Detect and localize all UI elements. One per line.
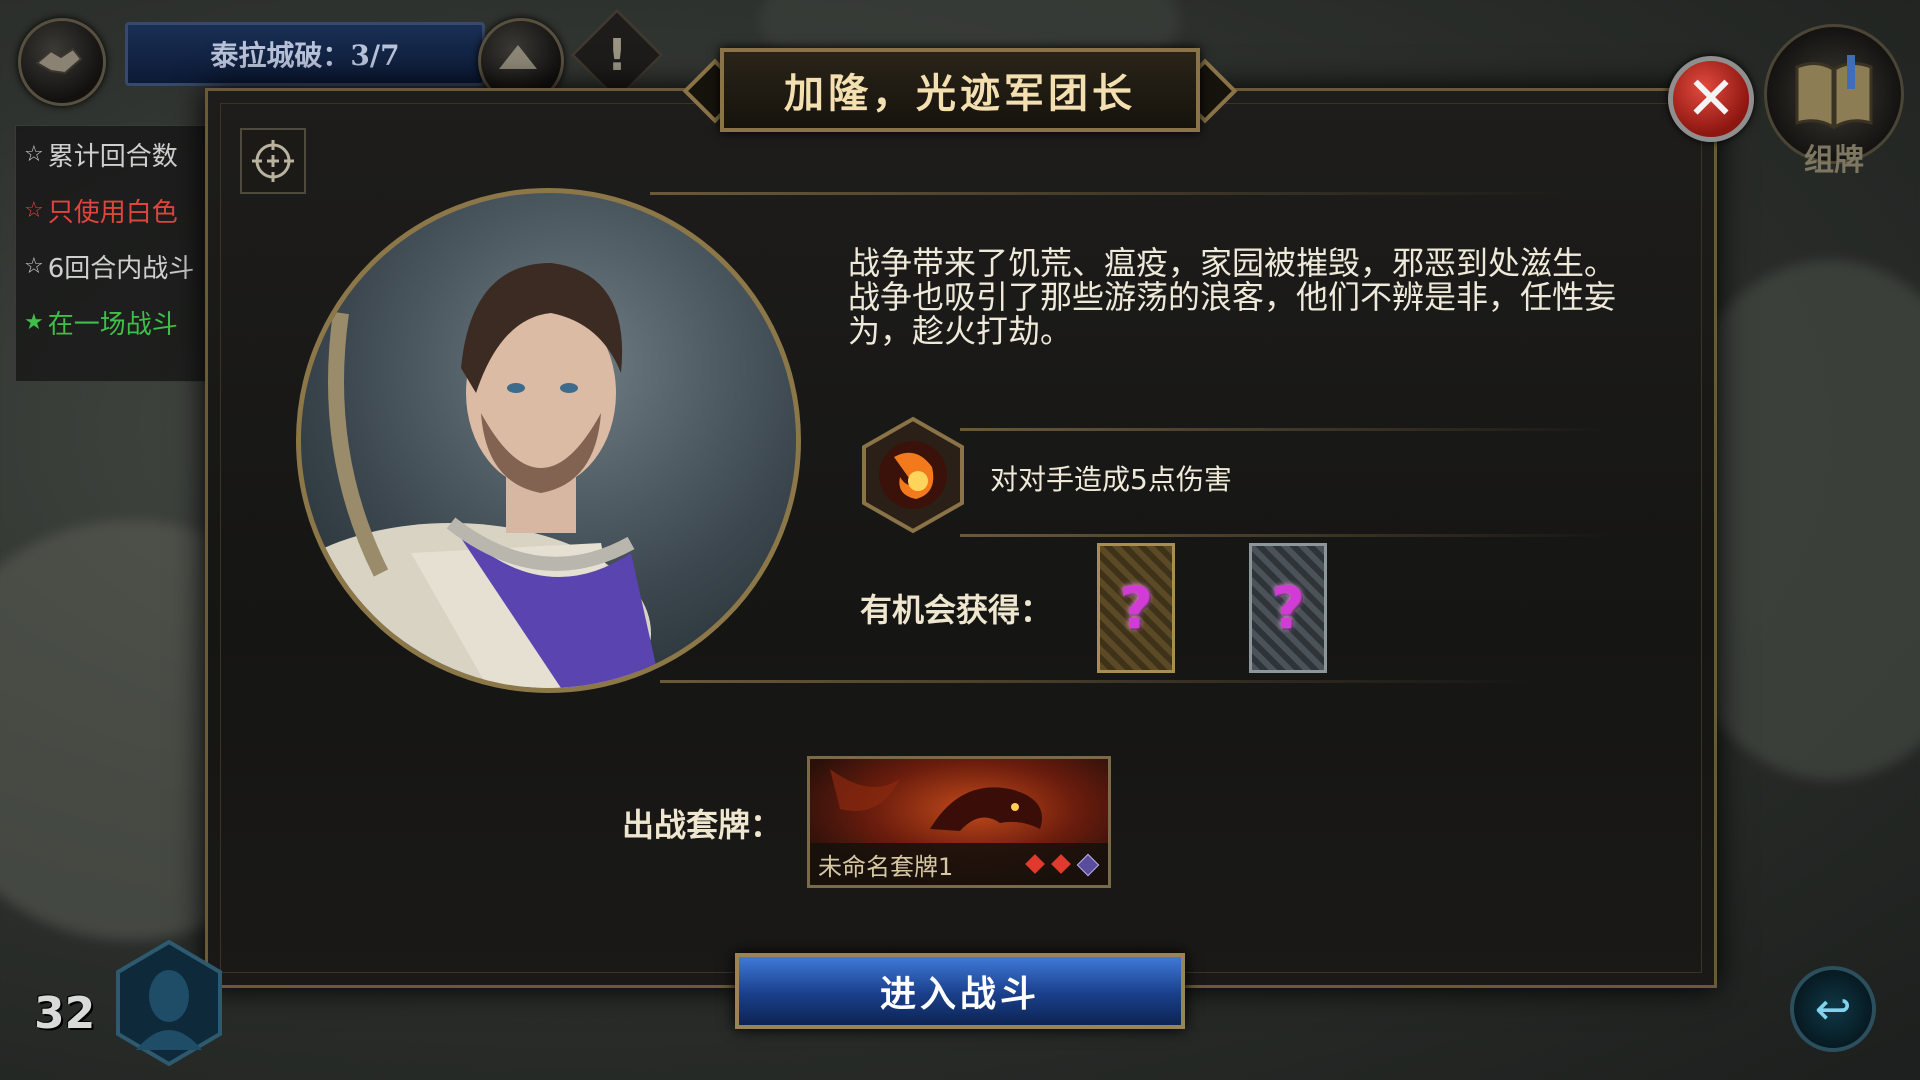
lore-text: 战争带来了饥荒、瘟疫，家园被摧毁，邪恶到处滋生。战争也吸引了那些游荡的浪客，他们…: [848, 244, 1617, 350]
star-icon: ☆: [24, 141, 44, 167]
close-icon: ✕: [1685, 64, 1737, 134]
handshake-button[interactable]: [18, 18, 106, 106]
return-arrow-icon: ↩: [1814, 983, 1852, 1035]
dialog-title: 加隆，光迹军团长: [720, 48, 1200, 132]
deck-label: 出战套牌：: [622, 806, 783, 844]
divider-line: [960, 428, 1610, 431]
red-gem-icon: [1051, 854, 1071, 874]
purple-gem-icon: [1076, 853, 1100, 877]
campaign-progress: 泰拉城破：3/7: [125, 22, 485, 86]
question-mark-icon: ?: [1119, 574, 1153, 642]
quest-item: ☆ 6回合内战斗: [24, 253, 195, 284]
question-mark-icon: ?: [1271, 574, 1305, 642]
ability-description: 对对手造成5点伤害: [990, 463, 1232, 496]
locate-button[interactable]: [240, 128, 306, 194]
hero-portrait: [296, 188, 801, 693]
quest-item: ☆ 累计回合数: [24, 141, 178, 172]
enter-battle-button[interactable]: 进入战斗: [735, 953, 1185, 1029]
dialog-title-text: 加隆，光迹军团长: [784, 70, 1136, 117]
hero-head-icon: [116, 939, 222, 1067]
fireball-icon: [862, 416, 964, 534]
divider-line: [650, 192, 1570, 195]
star-icon: ★: [24, 309, 44, 335]
enter-battle-label: 进入战斗: [879, 973, 1040, 1015]
rewards-label: 有机会获得：: [860, 591, 1053, 629]
triangle-up-icon: [499, 45, 537, 69]
star-icon: ☆: [24, 253, 44, 279]
exclamation-icon: !: [606, 29, 628, 81]
player-avatar[interactable]: [114, 939, 224, 1067]
divider-line: [660, 680, 1540, 683]
close-button[interactable]: ✕: [1668, 56, 1754, 142]
reward-card-silver[interactable]: ?: [1249, 543, 1327, 673]
campaign-progress-text: 泰拉城破：3/7: [210, 39, 400, 72]
ability-icon[interactable]: [858, 415, 968, 535]
dragon-illustration: [830, 769, 1042, 831]
deck-name-bar: 未命名套牌1: [810, 843, 1108, 885]
handshake-icon: [35, 47, 83, 75]
hero-illustration: [301, 263, 661, 688]
quest-item: ★ 在一场战斗: [24, 309, 178, 340]
star-icon: ☆: [24, 197, 44, 223]
selected-deck[interactable]: 未命名套牌1: [807, 756, 1111, 888]
deck-builder-label: 组牌: [1804, 143, 1864, 178]
quest-list: ☆ 累计回合数 ☆ 只使用白色 ☆ 6回合内战斗 ★ 在一场战斗: [15, 125, 207, 382]
red-gem-icon: [1025, 854, 1045, 874]
deck-name: 未命名套牌1: [818, 852, 954, 881]
divider-line: [960, 534, 1610, 537]
quest-item: ☆ 只使用白色: [24, 197, 178, 228]
reward-card-gold[interactable]: ?: [1097, 543, 1175, 673]
crosshair-icon: [252, 140, 294, 182]
back-button[interactable]: ↩: [1790, 966, 1876, 1052]
player-level: 32: [34, 988, 96, 1039]
